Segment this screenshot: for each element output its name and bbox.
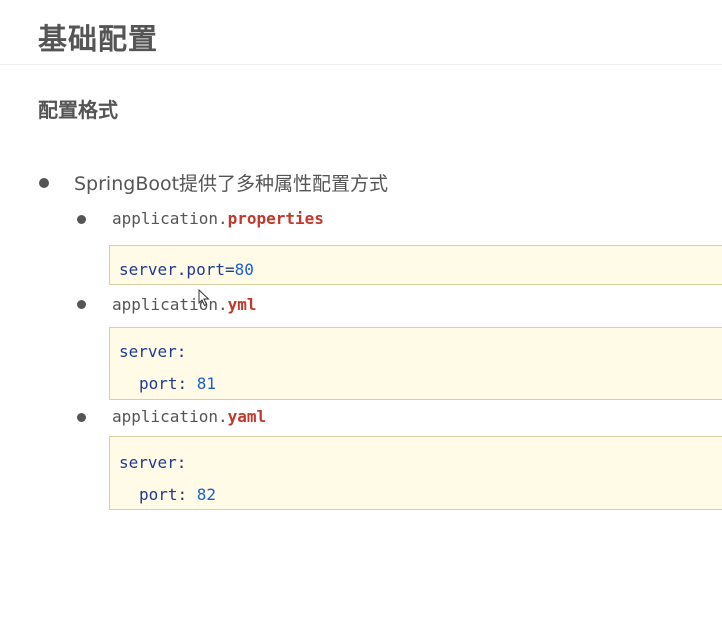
code-block-yml: server: port: 81 [109,327,722,400]
bullet-dot [77,413,86,422]
code-line: server: [119,342,186,361]
file-prefix: application. [112,407,228,426]
code-value: 80 [234,260,254,279]
code-key: server: [119,453,187,472]
code-block-properties: server.port=80 [109,245,722,285]
bullet-dot [39,178,49,188]
code-line: server: [119,453,186,472]
page-title: 基础配置 [38,22,159,56]
file-name-properties: application.properties [112,209,324,228]
code-line: port: 81 [139,374,216,393]
code-key: server: [119,342,187,361]
main-bullet-text: SpringBoot提供了多种属性配置方式 [74,173,389,195]
file-prefix: application. [112,295,228,314]
code-line: server.port=80 [119,260,254,279]
bullet-dot [77,215,86,224]
file-extension: yml [227,295,257,314]
code-value: 81 [196,374,217,393]
file-extension: yaml [227,407,267,426]
code-key: port: [139,374,197,393]
code-key: server.port= [119,260,235,279]
bullet-dot [77,300,86,309]
code-line: port: 82 [139,485,216,504]
file-name-yaml: application.yaml [112,407,266,426]
mouse-pointer-icon [198,288,210,307]
file-extension: properties [227,209,324,228]
file-name-yml: application.yml [112,295,257,314]
title-divider [0,64,722,65]
code-value: 82 [196,485,217,504]
section-subtitle: 配置格式 [38,98,118,122]
file-prefix: application. [112,209,228,228]
code-key: port: [139,485,197,504]
code-block-yaml: server: port: 82 [109,436,722,510]
